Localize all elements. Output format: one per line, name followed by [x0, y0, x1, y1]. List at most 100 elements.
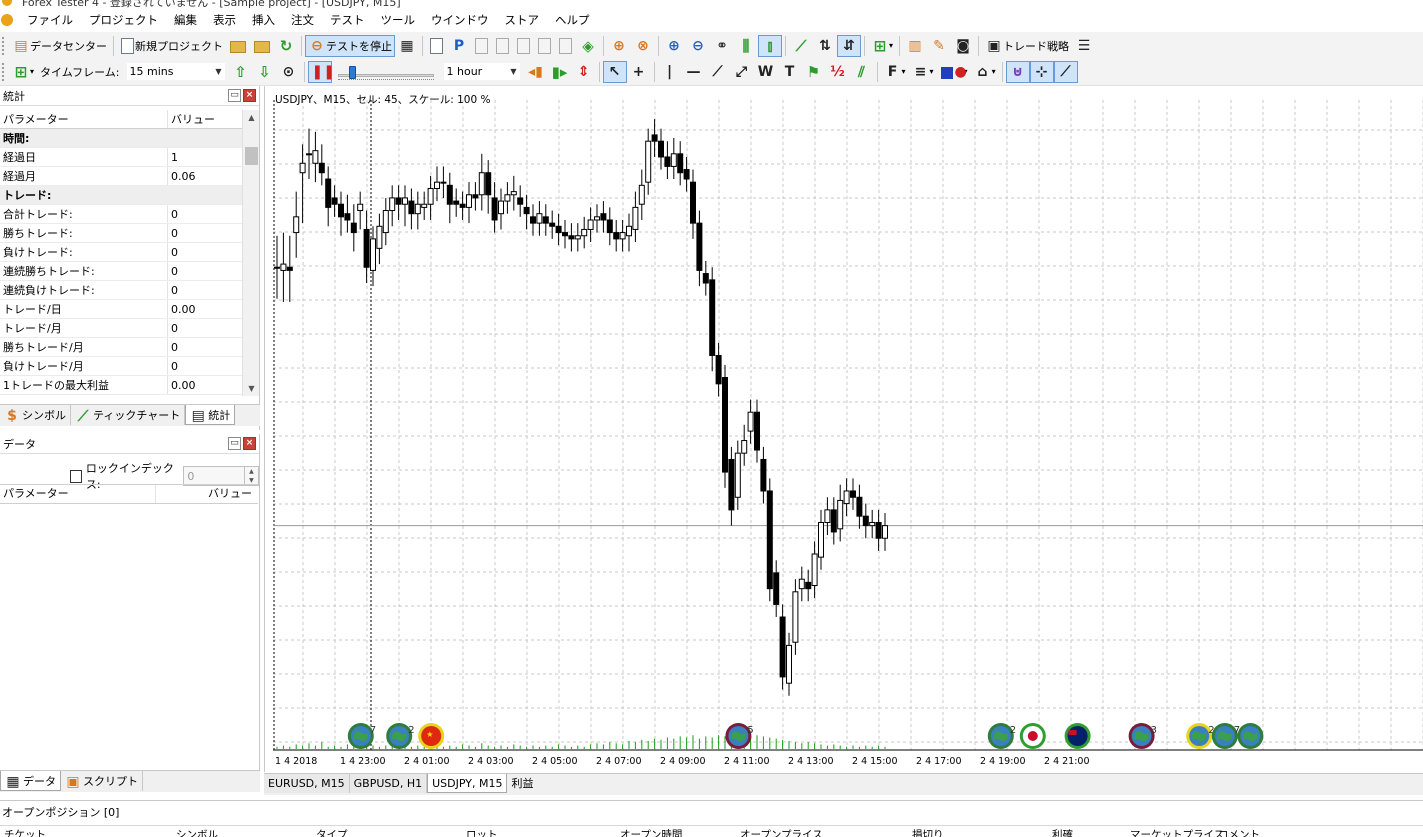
menu-file[interactable]: ファイル [19, 8, 81, 32]
check-order-button[interactable] [492, 35, 513, 57]
trade-strategy-button[interactable]: ▣ トレード戦略 [982, 35, 1072, 57]
save-project-button[interactable] [250, 35, 274, 57]
candle-down[interactable] [530, 216, 536, 224]
toolbar-grip[interactable] [2, 36, 6, 55]
trend-line-button[interactable]: ⟋ [706, 61, 730, 83]
chart-tab-usdjpy[interactable]: USDJPY, M15 [427, 774, 508, 793]
close-icon[interactable]: × [243, 89, 256, 102]
candle-up[interactable] [414, 203, 421, 215]
candle-up[interactable] [786, 644, 792, 684]
candle-down[interactable] [862, 515, 869, 527]
candle-up[interactable] [632, 206, 639, 230]
candle-up[interactable] [280, 263, 287, 271]
candle-up[interactable] [421, 203, 428, 208]
restore-icon[interactable]: ▭ [228, 89, 241, 102]
statistics-row[interactable]: 連続負けトレード: 0 [0, 281, 242, 300]
candle-down[interactable] [850, 490, 856, 498]
statistics-row[interactable]: 勝ちトレード: 0 [0, 224, 242, 243]
find-button[interactable]: ⚭ [710, 35, 734, 57]
spinner-arrows-icon[interactable]: ▲ ▼ [243, 467, 258, 485]
menu-order[interactable]: 注文 [283, 8, 322, 32]
candle-up[interactable] [837, 499, 844, 530]
column-header-parameter[interactable]: パラメーター [0, 110, 168, 128]
label-tool-button[interactable]: ⚑ [802, 61, 826, 83]
candle-down[interactable] [472, 194, 479, 199]
candle-chart-button[interactable]: ⫾ [758, 34, 782, 57]
statistics-row[interactable]: 負けトレード: 0 [0, 243, 242, 262]
shapes-button[interactable]: ⌂ ▾ [971, 61, 999, 83]
candle-down[interactable] [350, 222, 357, 234]
column-header-value[interactable]: バリュー [168, 110, 242, 128]
candle-up[interactable] [824, 509, 831, 523]
test-settings-button[interactable]: ▦ [395, 35, 419, 57]
statistics-row[interactable]: 1トレードの最大利益 0.00 [0, 376, 242, 395]
statistics-row[interactable]: 合計トレード: 0 [0, 205, 242, 224]
candle-up[interactable] [382, 210, 389, 234]
step-interval-select[interactable]: 1 hour ▼ [442, 62, 521, 81]
toolbar-grip[interactable] [2, 62, 6, 81]
candle-up[interactable] [274, 266, 280, 269]
statistics-row[interactable]: トレード/月 0 [0, 319, 242, 338]
candle-down[interactable] [722, 377, 728, 473]
app-menu-icon[interactable] [1, 14, 13, 26]
menu-help[interactable]: ヘルプ [547, 8, 598, 32]
candle-down[interactable] [600, 213, 607, 221]
candle-up[interactable] [312, 150, 319, 164]
candle-down[interactable] [568, 235, 575, 240]
candle-up[interactable] [747, 411, 754, 432]
candle-up[interactable] [498, 200, 504, 215]
candle-up[interactable] [638, 184, 645, 205]
modify-order-button[interactable] [471, 35, 492, 57]
candle-up[interactable] [670, 153, 677, 167]
strategy-list-button[interactable]: ☰ [1072, 35, 1096, 57]
candle-down[interactable] [363, 228, 370, 268]
bar-chart-button[interactable]: ⫼ [734, 35, 758, 57]
candle-down[interactable] [325, 178, 332, 208]
close-icon[interactable]: × [243, 437, 256, 450]
scroll-thumb[interactable] [245, 147, 258, 165]
statistics-row[interactable]: 負けトレード/月 0 [0, 357, 242, 376]
channel-tool-button[interactable]: ⫽ [850, 61, 874, 83]
candle-down[interactable] [715, 354, 722, 385]
statistics-group-row[interactable]: 時間: [0, 129, 242, 148]
candle-down[interactable] [549, 222, 556, 227]
column-header-open-time[interactable]: オープン時間 [620, 827, 682, 837]
candle-up[interactable] [882, 525, 888, 539]
close-order-button[interactable] [555, 35, 576, 57]
candle-down[interactable] [696, 222, 703, 271]
candle-up[interactable] [299, 162, 306, 174]
column-header-open-price[interactable]: オープンプライス [740, 827, 823, 837]
candle-up[interactable] [510, 191, 517, 196]
indicator-add-button[interactable]: ⊕ [607, 35, 631, 57]
timeframe-reset-button[interactable]: ⊙ [277, 61, 301, 83]
slider-thumb[interactable] [348, 65, 356, 79]
candle-down[interactable] [613, 232, 620, 240]
candle-down[interactable] [773, 572, 780, 605]
column-header-symbol[interactable]: シンボル [176, 827, 218, 837]
candle-down[interactable] [562, 232, 568, 237]
candle-up[interactable] [466, 194, 472, 208]
candle-down[interactable] [709, 279, 716, 356]
column-header-take-profit[interactable]: 利確 [1052, 827, 1073, 837]
zoom-out-button[interactable]: ⊖ [686, 35, 710, 57]
color-button[interactable]: ● ▾ [937, 61, 971, 83]
candle-up[interactable] [594, 216, 600, 221]
candle-down[interactable] [459, 203, 466, 208]
tab-data[interactable]: ▦ データ [0, 771, 61, 791]
candle-down[interactable] [664, 156, 671, 167]
autoscroll-button[interactable]: ⇵ [837, 34, 861, 57]
cursor-tool-button[interactable]: ↖ [602, 60, 627, 83]
candle-down[interactable] [779, 616, 786, 678]
menu-edit[interactable]: 編集 [166, 8, 205, 32]
chart-window[interactable]: 7 2 ★ 5 2 3 2 7 1 4 2018 1 4 23:00 2 4 01:00 2 4 03… [264, 86, 1423, 772]
candle-up[interactable] [402, 197, 408, 205]
close-all-button[interactable]: ◈ [576, 35, 600, 57]
candle-up[interactable] [734, 452, 741, 498]
column-header-stop-loss[interactable]: 損切り [912, 827, 944, 837]
candle-down[interactable] [606, 219, 613, 234]
candle-down[interactable] [760, 458, 767, 492]
open-project-button[interactable] [226, 35, 250, 57]
tab-tick-chart[interactable]: ⟋ ティックチャート [71, 405, 186, 425]
menu-window[interactable]: ウインドウ [423, 8, 497, 32]
candle-up[interactable] [811, 553, 818, 587]
